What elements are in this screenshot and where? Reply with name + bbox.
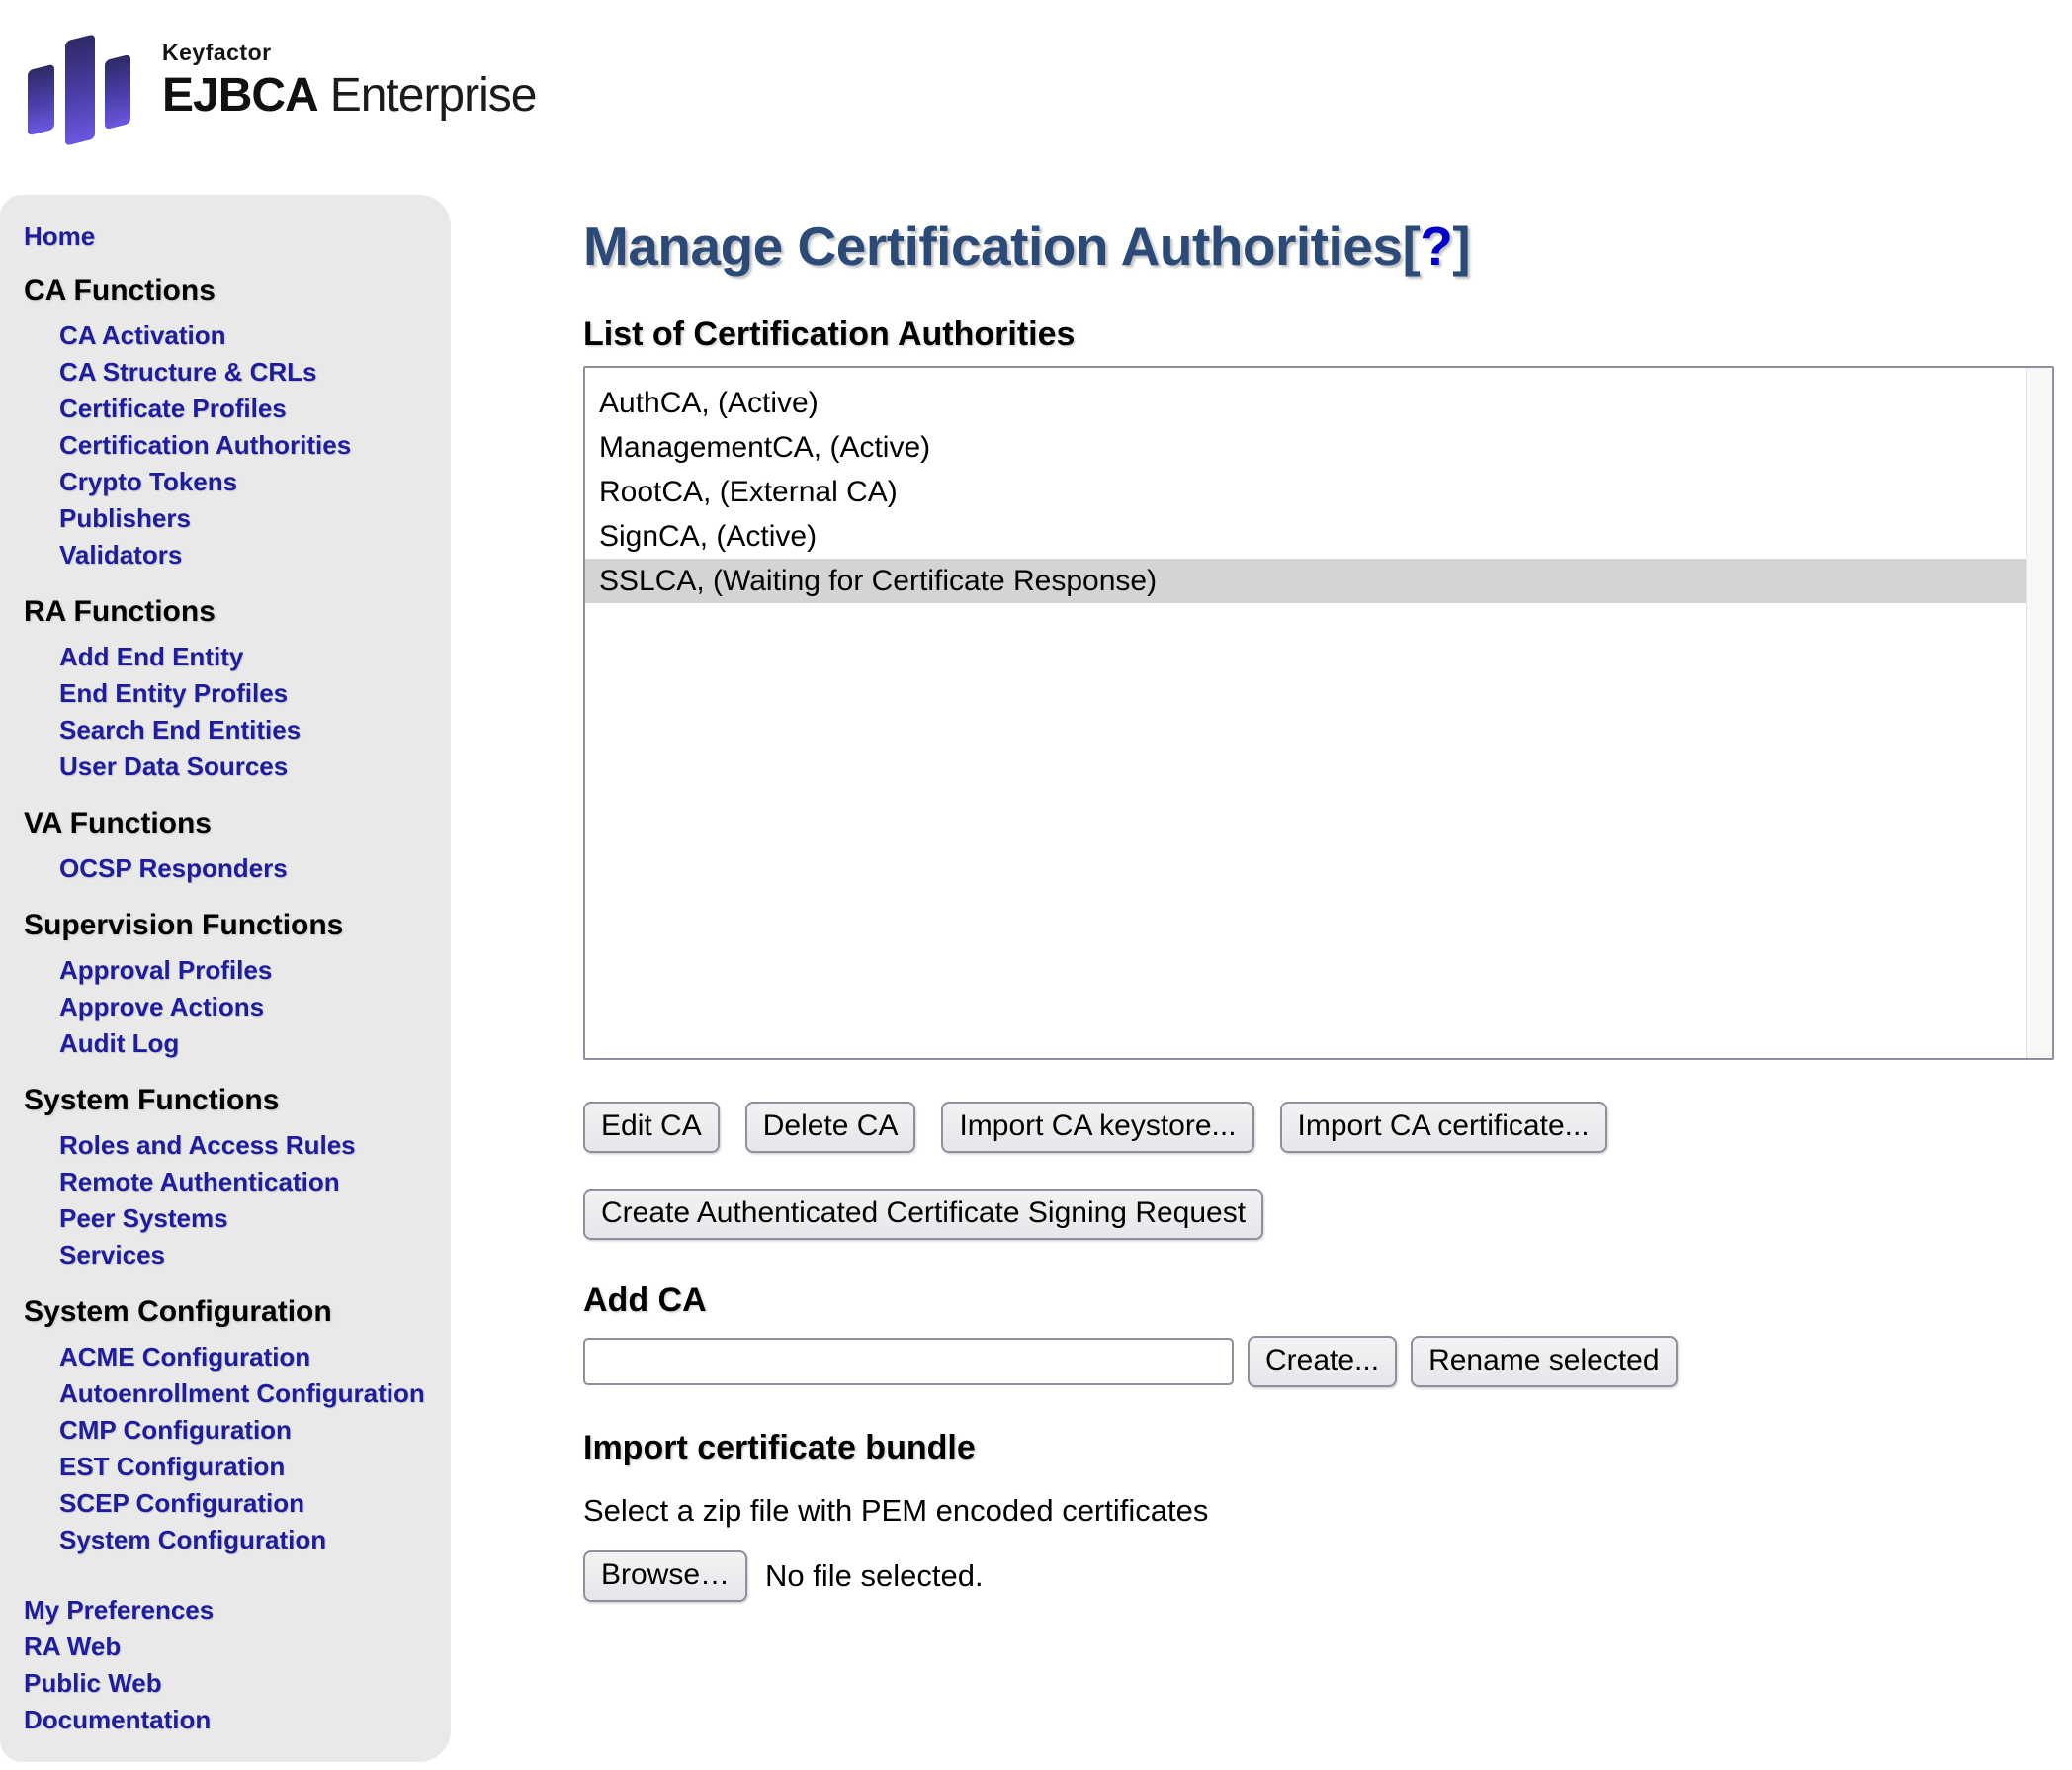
sidebar-section-title: VA Functions	[24, 807, 433, 841]
sidebar-item-ca-activation[interactable]: CA Activation	[59, 317, 433, 354]
sidebar-section-title: System Configuration	[24, 1295, 433, 1329]
sidebar-item-public-web[interactable]: Public Web	[24, 1665, 433, 1702]
sidebar-section: Supervision Functions Approval Profiles …	[24, 909, 433, 1062]
add-ca-row: Create... Rename selected	[583, 1336, 2054, 1387]
sidebar-item-est-configuration[interactable]: EST Configuration	[59, 1449, 433, 1485]
logo-text: Keyfactor EJBCAEnterprise	[162, 10, 536, 123]
sidebar-item-crypto-tokens[interactable]: Crypto Tokens	[59, 464, 433, 500]
sidebar-item-services[interactable]: Services	[59, 1237, 433, 1274]
logo-edition: Enterprise	[330, 69, 537, 122]
sidebar-item-certificate-profiles[interactable]: Certificate Profiles	[59, 391, 433, 427]
sidebar-section: System Functions Roles and Access Rules …	[24, 1084, 433, 1274]
sidebar-item-approve-actions[interactable]: Approve Actions	[59, 989, 433, 1025]
app-header: Keyfactor EJBCAEnterprise	[0, 0, 2072, 195]
sidebar-section: VA Functions OCSP Responders	[24, 807, 433, 887]
ca-list-option[interactable]: AuthCA, (Active)	[585, 381, 2052, 425]
sidebar-section-title: System Functions	[24, 1084, 433, 1117]
sidebar-item-user-data-sources[interactable]: User Data Sources	[59, 749, 433, 785]
app-logo-link[interactable]: Keyfactor EJBCAEnterprise	[26, 10, 658, 153]
sidebar-section-title: RA Functions	[24, 595, 433, 629]
sidebar-item-search-end-entities[interactable]: Search End Entities	[59, 712, 433, 749]
sidebar-item-remote-authentication[interactable]: Remote Authentication	[59, 1164, 433, 1200]
sidebar-item-end-entity-profiles[interactable]: End Entity Profiles	[59, 675, 433, 712]
ca-list-option[interactable]: ManagementCA, (Active)	[585, 425, 2052, 470]
file-status-text: No file selected.	[765, 1558, 984, 1594]
ca-listbox[interactable]: AuthCA, (Active) ManagementCA, (Active) …	[583, 366, 2054, 1060]
edit-ca-button[interactable]: Edit CA	[583, 1102, 720, 1153]
sidebar-footer: My Preferences RA Web Public Web Documen…	[24, 1592, 433, 1738]
delete-ca-button[interactable]: Delete CA	[745, 1102, 916, 1153]
create-authenticated-csr-button[interactable]: Create Authenticated Certificate Signing…	[583, 1189, 1263, 1240]
ca-list-option[interactable]: RootCA, (External CA)	[585, 470, 2052, 514]
sidebar-item-publishers[interactable]: Publishers	[59, 500, 433, 537]
create-ca-button[interactable]: Create...	[1248, 1336, 1397, 1387]
csr-row: Create Authenticated Certificate Signing…	[583, 1189, 2054, 1240]
sidebar-item-scep-configuration[interactable]: SCEP Configuration	[59, 1485, 433, 1522]
sidebar-item-audit-log[interactable]: Audit Log	[59, 1025, 433, 1062]
browse-button[interactable]: Browse…	[583, 1550, 747, 1602]
sidebar-section-title: Supervision Functions	[24, 909, 433, 942]
sidebar-item-peer-systems[interactable]: Peer Systems	[59, 1200, 433, 1237]
page-title-text: Manage Certification Authorities	[583, 216, 1402, 277]
sidebar-item-my-preferences[interactable]: My Preferences	[24, 1592, 433, 1629]
sidebar-item-roles-and-access-rules[interactable]: Roles and Access Rules	[59, 1127, 433, 1164]
help-question-mark: ?	[1420, 216, 1452, 277]
import-ca-keystore-button[interactable]: Import CA keystore...	[941, 1102, 1253, 1153]
ca-list-heading: List of Certification Authorities	[583, 315, 2054, 354]
add-ca-name-input[interactable]	[583, 1338, 1234, 1385]
sidebar-item-validators[interactable]: Validators	[59, 537, 433, 574]
page-title: Manage Certification Authorities[?]	[583, 215, 2054, 278]
sidebar-item-autoenrollment-configuration[interactable]: Autoenrollment Configuration	[59, 1375, 433, 1412]
logo-brand: Keyfactor	[162, 40, 536, 66]
main-content: Manage Certification Authorities[?] List…	[451, 195, 2072, 1602]
sidebar-section-title: CA Functions	[24, 274, 433, 308]
file-input-row: Browse… No file selected.	[583, 1550, 2054, 1602]
add-ca-heading: Add CA	[583, 1282, 2054, 1320]
sidebar-item-ra-web[interactable]: RA Web	[24, 1629, 433, 1665]
sidebar-item-ca-structure-crls[interactable]: CA Structure & CRLs	[59, 354, 433, 391]
sidebar-item-approval-profiles[interactable]: Approval Profiles	[59, 952, 433, 989]
sidebar-section: RA Functions Add End Entity End Entity P…	[24, 595, 433, 785]
ca-list-option[interactable]: SSLCA, (Waiting for Certificate Response…	[585, 559, 2052, 603]
import-bundle-description: Select a zip file with PEM encoded certi…	[583, 1493, 2054, 1529]
sidebar-item-home[interactable]: Home	[24, 221, 433, 252]
sidebar-section: CA Functions CA Activation CA Structure …	[24, 274, 433, 574]
sidebar-item-ocsp-responders[interactable]: OCSP Responders	[59, 850, 433, 887]
sidebar-item-system-configuration[interactable]: System Configuration	[59, 1522, 433, 1558]
ca-actions-row: Edit CA Delete CA Import CA keystore... …	[583, 1102, 2054, 1153]
rename-selected-button[interactable]: Rename selected	[1411, 1336, 1677, 1387]
keyfactor-logo-icon	[26, 10, 132, 153]
ca-list-option[interactable]: SignCA, (Active)	[585, 514, 2052, 559]
listbox-scrollbar[interactable]	[2026, 368, 2052, 1058]
sidebar-item-certification-authorities[interactable]: Certification Authorities	[59, 427, 433, 464]
sidebar-section: System Configuration ACME Configuration …	[24, 1295, 433, 1558]
sidebar-item-acme-configuration[interactable]: ACME Configuration	[59, 1339, 433, 1375]
sidebar: Home CA Functions CA Activation CA Struc…	[0, 195, 451, 1762]
sidebar-item-add-end-entity[interactable]: Add End Entity	[59, 639, 433, 675]
help-link[interactable]: [?]	[1402, 216, 1470, 277]
import-bundle-heading: Import certificate bundle	[583, 1429, 2054, 1467]
import-ca-certificate-button[interactable]: Import CA certificate...	[1280, 1102, 1607, 1153]
sidebar-item-cmp-configuration[interactable]: CMP Configuration	[59, 1412, 433, 1449]
logo-product: EJBCA	[162, 69, 318, 122]
sidebar-item-documentation[interactable]: Documentation	[24, 1702, 433, 1738]
